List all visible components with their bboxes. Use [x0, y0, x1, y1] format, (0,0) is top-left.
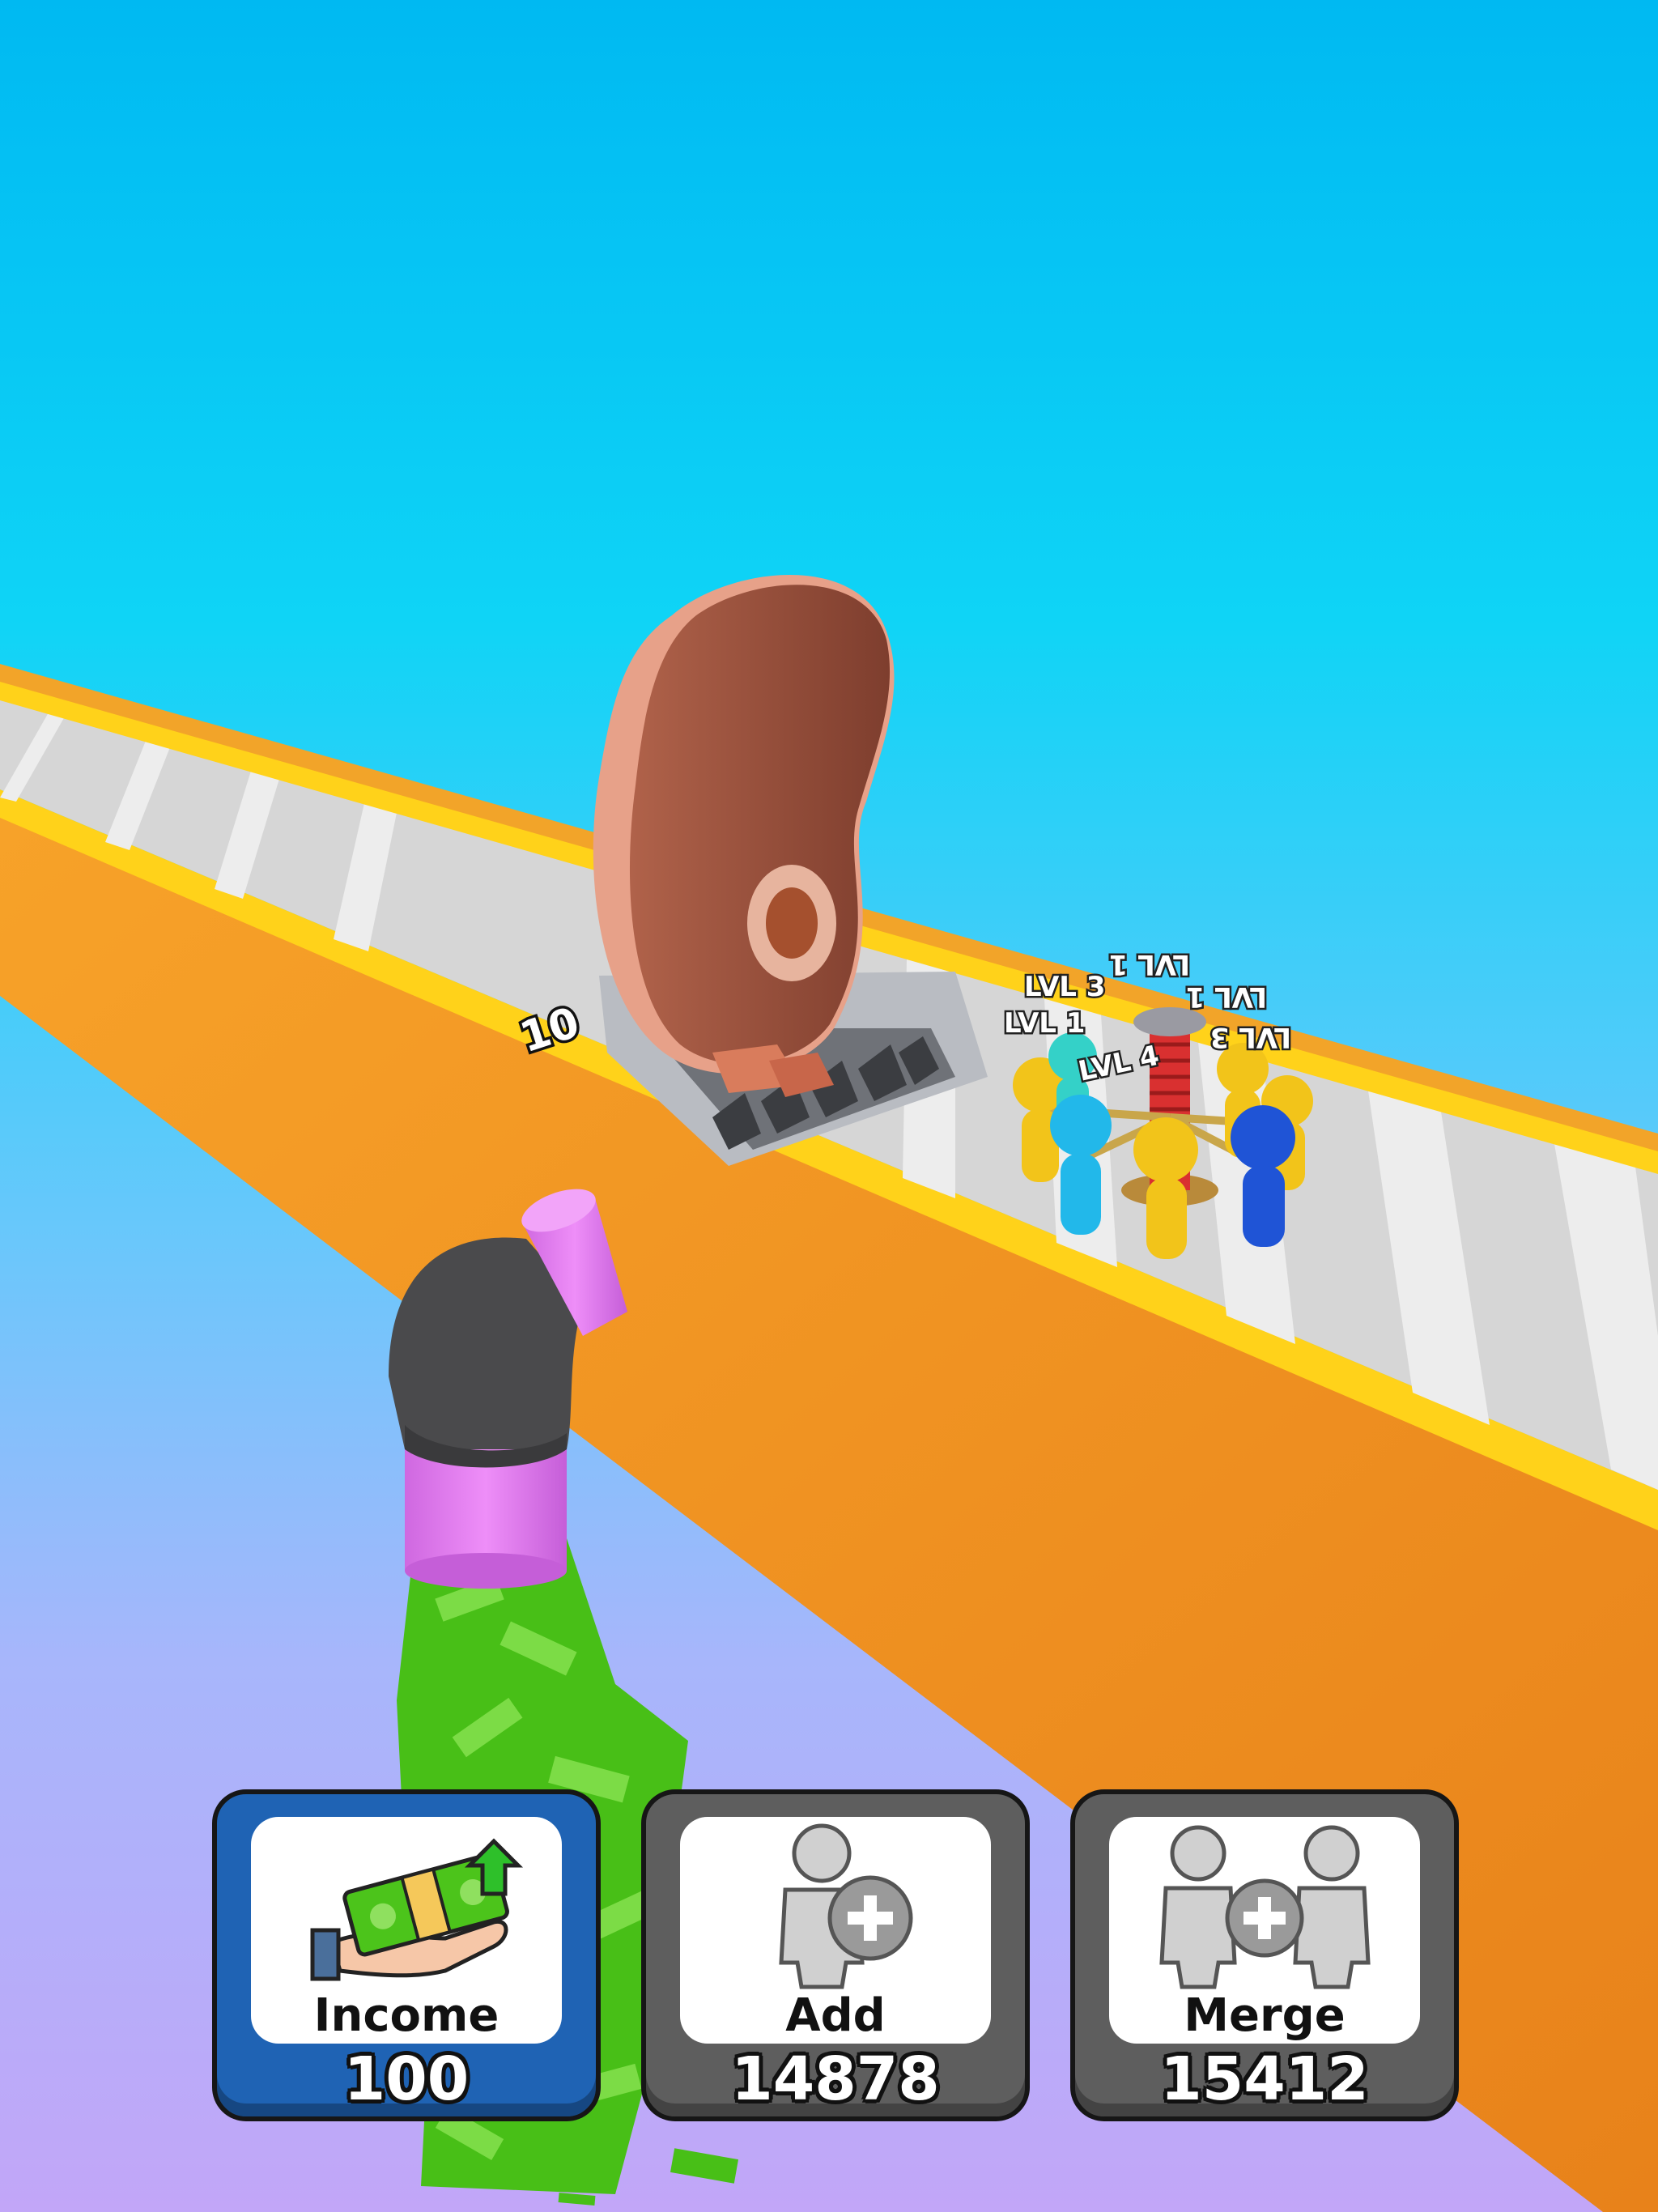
upgrade-add-panel: Add [680, 1817, 991, 2044]
upgrade-add-label: Add [785, 1989, 886, 2042]
upgrade-income-panel: Income [251, 1817, 562, 2044]
level-label: LVL 3 [1024, 971, 1105, 1003]
upgrade-income-cost: 100 [343, 2044, 470, 2114]
upgrade-add-cost: 14878 [731, 2044, 940, 2114]
merge-people-icon [1159, 1825, 1371, 1989]
upgrade-merge-button[interactable]: Merge 15412 [1070, 1789, 1459, 2121]
cash-hand-icon [310, 1838, 524, 1981]
level-label: LVL 1 [1109, 948, 1190, 981]
level-label: LVL 1 [1004, 1007, 1085, 1040]
level-label: LVL 1 [1186, 981, 1267, 1013]
upgrade-merge-cost: 15412 [1160, 2044, 1369, 2114]
upgrade-income-button[interactable]: Income 100 [212, 1789, 601, 2121]
upgrade-add-button[interactable]: Add 14878 [641, 1789, 1030, 2121]
level-label: LVL 3 [1210, 1021, 1291, 1053]
upgrade-income-label: Income [313, 1989, 500, 2042]
upgrade-merge-label: Merge [1184, 1989, 1346, 2042]
upgrade-merge-panel: Merge [1109, 1817, 1420, 2044]
add-person-icon [779, 1823, 913, 1989]
